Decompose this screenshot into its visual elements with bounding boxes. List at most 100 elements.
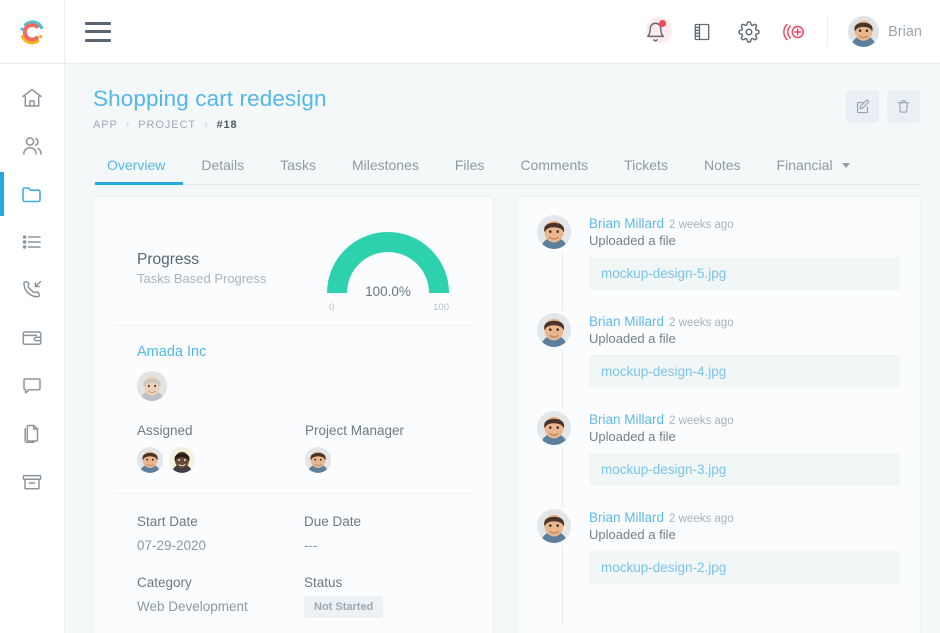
trash-icon xyxy=(897,100,910,113)
activity-avatar[interactable] xyxy=(537,411,571,445)
activity-file-link[interactable]: mockup-design-2.jpg xyxy=(589,551,900,584)
overview-cards: Progress Tasks Based Progress 100.0% 0 1… xyxy=(93,197,920,633)
add-record-icon xyxy=(783,23,805,40)
tab-milestones-label: Milestones xyxy=(351,157,419,173)
progress-gauge-max-label: 100 xyxy=(433,302,449,313)
assigned-avatar-group xyxy=(137,447,305,473)
progress-subtitle: Tasks Based Progress xyxy=(137,270,267,286)
activity-item: Brian Millard 2 weeks ago Uploaded a file… xyxy=(537,509,900,584)
activity-avatar[interactable] xyxy=(537,509,571,543)
activity-user-link[interactable]: Brian Millard xyxy=(589,314,664,329)
user-menu[interactable]: Brian xyxy=(827,16,926,47)
page-header: Shopping cart redesign APP › PROJECT › #… xyxy=(93,86,920,131)
project-manager-section: Project Manager xyxy=(305,423,404,473)
menu-bar-1 xyxy=(85,21,111,25)
add-record-button[interactable] xyxy=(783,19,809,45)
activity-action-text: Uploaded a file xyxy=(589,429,676,444)
tab-tasks[interactable]: Tasks xyxy=(262,157,334,184)
logo-cell[interactable] xyxy=(0,0,65,63)
due-date-label: Due Date xyxy=(304,514,362,529)
activity-file-link[interactable]: mockup-design-3.jpg xyxy=(589,453,900,486)
user-avatar-brian xyxy=(848,16,880,47)
tab-notes[interactable]: Notes xyxy=(686,157,759,184)
assigned-avatar-2[interactable] xyxy=(169,447,195,473)
tab-files-label: Files xyxy=(454,157,485,173)
tab-tickets[interactable]: Tickets xyxy=(606,157,686,184)
project-manager-label: Project Manager xyxy=(305,423,405,438)
tab-bar: Overview Details Tasks Milestones Files … xyxy=(93,157,920,185)
breadcrumb-item-app[interactable]: APP xyxy=(93,119,118,131)
wallet-icon xyxy=(22,331,42,346)
activity-file-link[interactable]: mockup-design-5.jpg xyxy=(589,257,900,290)
tab-milestones[interactable]: Milestones xyxy=(334,157,437,184)
activity-avatar[interactable] xyxy=(537,313,571,347)
tab-comments[interactable]: Comments xyxy=(502,157,606,184)
sidebar-item-messages[interactable] xyxy=(0,372,65,400)
tab-notes-label: Notes xyxy=(703,157,741,173)
chevron-down-icon xyxy=(842,163,851,168)
sidebar-item-projects[interactable] xyxy=(0,172,65,216)
sidebar-item-tasks[interactable] xyxy=(0,228,65,256)
project-manager-avatar[interactable] xyxy=(305,447,331,473)
activity-user-link[interactable]: Brian Millard xyxy=(589,216,664,231)
edit-project-button[interactable] xyxy=(846,90,879,123)
activity-file-link[interactable]: mockup-design-4.jpg xyxy=(589,355,900,388)
notification-badge-dot xyxy=(659,19,667,27)
start-date-value: 07-29-2020 xyxy=(137,538,207,553)
assigned-avatar-1[interactable] xyxy=(137,447,163,473)
delete-project-button[interactable] xyxy=(887,90,920,123)
sidebar-item-archive[interactable] xyxy=(0,468,65,496)
sidebar-item-documents[interactable] xyxy=(0,420,65,448)
top-bar-icon-group xyxy=(642,16,827,45)
activity-item: Brian Millard 2 weeks ago Uploaded a file… xyxy=(537,411,900,486)
breadcrumb-item-current: #18 xyxy=(216,119,238,131)
due-date-field: Due Date --- xyxy=(304,514,471,553)
activity-user-link[interactable]: Brian Millard xyxy=(589,510,664,525)
tab-details[interactable]: Details xyxy=(183,157,262,184)
client-section: Amada Inc Assigned Project Manager xyxy=(115,326,471,494)
notifications-bell-button[interactable] xyxy=(642,16,673,45)
start-date-field: Start Date 07-29-2020 xyxy=(137,514,304,553)
activity-body: Brian Millard 2 weeks ago Uploaded a file… xyxy=(589,215,900,290)
notebook-button[interactable] xyxy=(689,19,715,45)
activity-user-link[interactable]: Brian Millard xyxy=(589,412,664,427)
activity-action-text: Uploaded a file xyxy=(589,233,676,248)
page-header-titles: Shopping cart redesign APP › PROJECT › #… xyxy=(93,86,327,131)
sidebar-item-home[interactable] xyxy=(0,84,65,112)
progress-text: Progress Tasks Based Progress xyxy=(115,251,266,286)
breadcrumb-item-project[interactable]: PROJECT xyxy=(138,119,196,131)
phone-callback-icon xyxy=(23,280,42,298)
activity-feed: Brian Millard 2 weeks ago Uploaded a file… xyxy=(535,215,900,624)
client-avatar xyxy=(137,371,167,401)
body-wrapper: Shopping cart redesign APP › PROJECT › #… xyxy=(0,64,940,633)
tab-details-label: Details xyxy=(201,157,245,173)
menu-toggle-button[interactable] xyxy=(85,21,111,42)
breadcrumb-separator-1: › xyxy=(125,119,131,131)
breadcrumb-separator-2: › xyxy=(203,119,209,131)
tab-overview[interactable]: Overview xyxy=(95,157,184,185)
sidebar-item-calls[interactable] xyxy=(0,276,65,304)
sidebar-item-invoices[interactable] xyxy=(0,324,65,352)
tab-files[interactable]: Files xyxy=(437,157,503,184)
menu-bar-2 xyxy=(85,30,111,33)
status-badge: Not Started xyxy=(304,596,384,618)
category-label: Category xyxy=(137,575,192,590)
people-row: Assigned Project Manager xyxy=(137,423,471,473)
meta-row-dates: Start Date 07-29-2020 Due Date --- xyxy=(137,514,471,553)
documents-icon xyxy=(24,424,39,444)
activity-avatar[interactable] xyxy=(537,215,571,249)
activity-heading: Brian Millard 2 weeks ago xyxy=(589,314,900,329)
activity-heading: Brian Millard 2 weeks ago xyxy=(589,412,900,427)
page-title: Shopping cart redesign xyxy=(93,86,327,111)
page-header-actions xyxy=(846,86,920,123)
progress-section: Progress Tasks Based Progress 100.0% 0 1… xyxy=(115,197,471,326)
meta-row-category-status: Category Web Development Status Not Star… xyxy=(137,575,471,618)
sidebar-item-clients[interactable] xyxy=(0,132,65,160)
activity-body: Brian Millard 2 weeks ago Uploaded a file… xyxy=(589,509,900,584)
settings-button[interactable] xyxy=(736,19,762,45)
activity-timestamp: 2 weeks ago xyxy=(669,219,734,231)
activity-timestamp: 2 weeks ago xyxy=(669,317,734,329)
client-name-link[interactable]: Amada Inc xyxy=(137,344,471,360)
tab-financial[interactable]: Financial xyxy=(759,157,869,184)
progress-gauge: 100.0% 0 100 xyxy=(327,225,449,313)
